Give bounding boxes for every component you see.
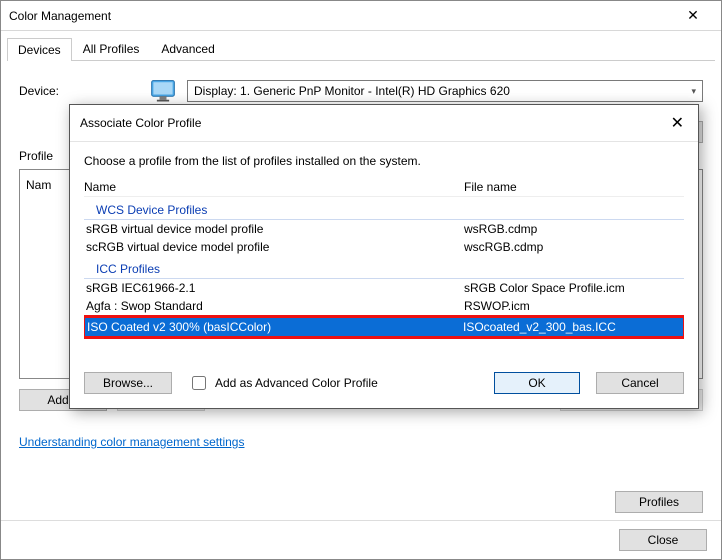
- advanced-profile-checkbox-input[interactable]: [192, 376, 206, 390]
- profiles-button[interactable]: Profiles: [615, 491, 703, 513]
- list-item[interactable]: sRGB IEC61966-2.1 sRGB Color Space Profi…: [84, 279, 684, 297]
- cancel-button[interactable]: Cancel: [596, 372, 684, 394]
- dialog-button-row: Browse... Add as Advanced Color Profile …: [84, 372, 684, 394]
- advanced-profile-checkbox-label: Add as Advanced Color Profile: [215, 376, 378, 390]
- device-combo[interactable]: Display: 1. Generic PnP Monitor - Intel(…: [187, 80, 703, 102]
- titlebar: Color Management ✕: [1, 1, 721, 31]
- list-item[interactable]: sRGB virtual device model profile wsRGB.…: [84, 220, 684, 238]
- help-link[interactable]: Understanding color management settings: [19, 435, 244, 449]
- color-management-window: Color Management ✕ Devices All Profiles …: [0, 0, 722, 560]
- dialog-title: Associate Color Profile: [80, 116, 667, 130]
- profile-file: sRGB Color Space Profile.icm: [464, 281, 684, 295]
- tab-strip: Devices All Profiles Advanced: [7, 37, 715, 61]
- profile-list-header: Name File name: [84, 178, 684, 197]
- dialog-description: Choose a profile from the list of profil…: [84, 154, 684, 168]
- chevron-down-icon: ▾: [691, 86, 696, 97]
- tab-all-profiles[interactable]: All Profiles: [72, 37, 151, 60]
- profile-file: wsRGB.cdmp: [464, 222, 684, 236]
- group-icc: ICC Profiles: [84, 256, 684, 279]
- window-bottom-bar: Close: [1, 520, 721, 559]
- profile-file: ISOcoated_v2_300_bas.ICC: [463, 320, 683, 334]
- dialog-titlebar: Associate Color Profile ✕: [70, 105, 698, 142]
- dialog-close-button[interactable]: ✕: [667, 113, 688, 133]
- profile-name: Agfa : Swop Standard: [86, 299, 464, 313]
- associate-profile-dialog: Associate Color Profile ✕ Choose a profi…: [69, 104, 699, 409]
- device-combo-value: Display: 1. Generic PnP Monitor - Intel(…: [194, 84, 510, 98]
- profile-name: scRGB virtual device model profile: [86, 240, 464, 254]
- browse-button[interactable]: Browse...: [84, 372, 172, 394]
- ok-button[interactable]: OK: [494, 372, 580, 394]
- profile-file: RSWOP.icm: [464, 299, 684, 313]
- column-name[interactable]: Name: [84, 180, 464, 194]
- device-label: Device:: [19, 84, 59, 98]
- profile-file: wscRGB.cdmp: [464, 240, 684, 254]
- list-item-selected[interactable]: ISO Coated v2 300% (basICColor) ISOcoate…: [85, 318, 683, 336]
- group-wcs: WCS Device Profiles: [84, 197, 684, 220]
- device-row: Device: Display: 1. Generic PnP Monitor …: [19, 77, 703, 105]
- profile-name: ISO Coated v2 300% (basICColor): [87, 320, 463, 334]
- monitor-icon: [149, 77, 177, 105]
- profile-list-area[interactable]: WCS Device Profiles sRGB virtual device …: [84, 197, 684, 342]
- close-button[interactable]: Close: [619, 529, 707, 551]
- window-title: Color Management: [9, 9, 673, 23]
- tab-devices[interactable]: Devices: [7, 38, 72, 61]
- tab-advanced[interactable]: Advanced: [150, 37, 225, 60]
- advanced-profile-checkbox[interactable]: Add as Advanced Color Profile: [188, 373, 378, 393]
- profile-name: sRGB IEC61966-2.1: [86, 281, 464, 295]
- selection-highlight: ISO Coated v2 300% (basICColor) ISOcoate…: [84, 315, 684, 339]
- dialog-body: Choose a profile from the list of profil…: [70, 142, 698, 408]
- column-file[interactable]: File name: [464, 180, 684, 194]
- window-close-button[interactable]: ✕: [673, 7, 713, 24]
- list-item[interactable]: Agfa : Swop Standard RSWOP.icm: [84, 297, 684, 315]
- profile-name: sRGB virtual device model profile: [86, 222, 464, 236]
- list-item[interactable]: scRGB virtual device model profile wscRG…: [84, 238, 684, 256]
